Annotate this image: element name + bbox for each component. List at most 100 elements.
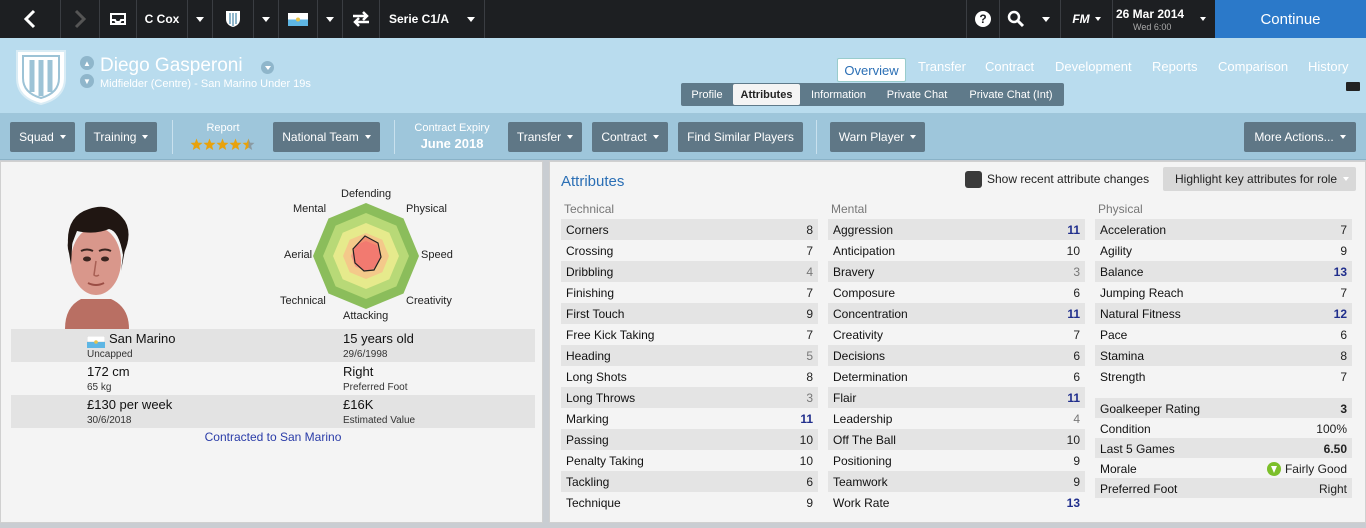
attribute-row[interactable]: Composure 6 xyxy=(828,282,1085,303)
attribute-row[interactable]: Preferred Foot Right xyxy=(1095,478,1352,498)
attribute-row[interactable]: Natural Fitness 12 xyxy=(1095,303,1352,324)
warn-player-button[interactable]: Warn Player xyxy=(830,122,925,152)
attribute-row[interactable]: Condition 100% xyxy=(1095,418,1352,438)
tab-development[interactable]: Development xyxy=(1055,59,1132,74)
attribute-value: 9 xyxy=(806,496,813,510)
attribute-row[interactable]: Off The Ball 10 xyxy=(828,429,1085,450)
attribute-row[interactable]: Long Shots 8 xyxy=(561,366,818,387)
show-recent-changes-checkbox[interactable] xyxy=(965,171,982,188)
attribute-row[interactable]: Marking 11 xyxy=(561,408,818,429)
attribute-row[interactable]: Bravery 3 xyxy=(828,261,1085,282)
subtab-information[interactable]: Information xyxy=(802,83,875,106)
attribute-row[interactable]: Finishing 7 xyxy=(561,282,818,303)
preferred-foot-label: Preferred Foot xyxy=(343,382,408,393)
back-arrow-icon xyxy=(23,9,36,29)
attribute-row[interactable]: Heading 5 xyxy=(561,345,818,366)
tab-overview[interactable]: Overview xyxy=(837,58,906,82)
attribute-row[interactable]: Tackling 6 xyxy=(561,471,818,492)
search-button[interactable] xyxy=(1000,0,1032,38)
competition-menu[interactable]: Serie C1/A xyxy=(380,0,458,38)
estimated-value-label: Estimated Value xyxy=(343,415,416,426)
attribute-row[interactable]: Leadership 4 xyxy=(828,408,1085,429)
manager-menu[interactable]: C Cox xyxy=(137,0,187,38)
subtab-attributes[interactable]: Attributes xyxy=(733,84,800,105)
national-team-button[interactable]: National Team xyxy=(273,122,380,152)
attribute-row[interactable]: Dribbling 4 xyxy=(561,261,818,282)
attribute-row[interactable]: Free Kick Taking 7 xyxy=(561,324,818,345)
attribute-row[interactable]: Aggression 11 xyxy=(828,219,1085,240)
highlight-key-attributes-button[interactable]: Highlight key attributes for role xyxy=(1163,167,1356,191)
nation-button[interactable] xyxy=(279,0,317,38)
subtab-profile[interactable]: Profile xyxy=(681,83,733,106)
attribute-row[interactable]: Work Rate 13 xyxy=(828,492,1085,513)
chevron-down-icon xyxy=(59,135,66,139)
attribute-row[interactable]: Crossing 7 xyxy=(561,240,818,261)
attribute-row[interactable]: Teamwork 9 xyxy=(828,471,1085,492)
tab-reports[interactable]: Reports xyxy=(1152,59,1198,74)
player-position: Midfielder (Centre) - San Marino Under 1… xyxy=(100,78,311,90)
continue-button[interactable]: Continue xyxy=(1215,0,1366,38)
attribute-row[interactable]: Decisions 6 xyxy=(828,345,1085,366)
attribute-row[interactable]: Concentration 11 xyxy=(828,303,1085,324)
attribute-row[interactable]: Flair 11 xyxy=(828,387,1085,408)
attribute-row[interactable]: Acceleration 7 xyxy=(1095,219,1352,240)
player-menu-button[interactable] xyxy=(261,61,274,74)
report-stars[interactable] xyxy=(190,138,256,154)
transfer-button[interactable]: Transfer xyxy=(508,122,582,152)
attribute-value: 3 xyxy=(1073,265,1080,279)
back-button[interactable] xyxy=(0,0,60,38)
fm-menu[interactable]: FM xyxy=(1061,0,1112,38)
find-similar-players-button[interactable]: Find Similar Players xyxy=(678,122,803,152)
inbox-button[interactable] xyxy=(100,0,136,38)
attribute-row[interactable]: Anticipation 10 xyxy=(828,240,1085,261)
contract-button[interactable]: Contract xyxy=(592,122,668,152)
attribute-row[interactable]: Passing 10 xyxy=(561,429,818,450)
subtab-private-chat-int[interactable]: Private Chat (Int) xyxy=(959,83,1063,106)
show-recent-changes-label[interactable]: Show recent attribute changes xyxy=(987,172,1149,186)
attribute-row[interactable]: Long Throws 3 xyxy=(561,387,818,408)
previous-player-button[interactable]: ▲ xyxy=(80,56,94,70)
attribute-row[interactable]: Last 5 Games 6.50 xyxy=(1095,438,1352,458)
attribute-value: 6.50 xyxy=(1323,442,1347,456)
tab-comparison[interactable]: Comparison xyxy=(1218,59,1288,74)
attribute-row[interactable]: First Touch 9 xyxy=(561,303,818,324)
attribute-row[interactable]: Stamina 8 xyxy=(1095,345,1352,366)
attribute-row[interactable]: Balance 13 xyxy=(1095,261,1352,282)
attribute-row[interactable]: Technique 9 xyxy=(561,492,818,513)
club-dropdown[interactable] xyxy=(254,0,278,38)
tab-transfer[interactable]: Transfer xyxy=(918,59,966,74)
attribute-row[interactable]: Determination 6 xyxy=(828,366,1085,387)
club-button[interactable] xyxy=(213,0,253,38)
attribute-row[interactable]: Creativity 7 xyxy=(828,324,1085,345)
nation-name[interactable]: San Marino xyxy=(109,331,175,346)
attribute-name: Long Shots xyxy=(566,370,627,384)
attribute-row[interactable]: Pace 6 xyxy=(1095,324,1352,345)
attribute-value: 10 xyxy=(1066,433,1080,447)
attribute-row[interactable]: Positioning 9 xyxy=(828,450,1085,471)
nation-dropdown[interactable] xyxy=(318,0,342,38)
tab-contract[interactable]: Contract xyxy=(985,59,1034,74)
attribute-name: Technique xyxy=(566,496,621,510)
attribute-row[interactable]: Corners 8 xyxy=(561,219,818,240)
attribute-row[interactable]: Penalty Taking 10 xyxy=(561,450,818,471)
attribute-row[interactable]: Strength 7 xyxy=(1095,366,1352,387)
training-button[interactable]: Training xyxy=(85,122,157,152)
fm-logo: FM xyxy=(1072,12,1090,26)
tab-history[interactable]: History xyxy=(1308,59,1348,74)
attribute-row[interactable]: Goalkeeper Rating 3 xyxy=(1095,398,1352,418)
forward-button[interactable] xyxy=(61,0,99,38)
more-actions-button[interactable]: More Actions... xyxy=(1244,122,1356,152)
attribute-row[interactable]: Jumping Reach 7 xyxy=(1095,282,1352,303)
swap-button[interactable] xyxy=(343,0,379,38)
subtab-private-chat[interactable]: Private Chat xyxy=(877,83,957,106)
competition-dropdown[interactable] xyxy=(458,0,484,38)
help-button[interactable]: ? xyxy=(967,0,999,38)
attribute-row[interactable]: Morale Fairly Good xyxy=(1095,458,1352,478)
contracted-to-link[interactable]: Contracted to San Marino xyxy=(11,430,535,444)
search-dropdown[interactable] xyxy=(1032,0,1060,38)
squad-button[interactable]: Squad xyxy=(10,122,75,152)
next-player-button[interactable]: ▼ xyxy=(80,74,94,88)
date-display[interactable]: 26 Mar 2014 Wed 6:00 xyxy=(1113,0,1215,38)
attribute-row[interactable]: Agility 9 xyxy=(1095,240,1352,261)
manager-dropdown[interactable] xyxy=(188,0,212,38)
